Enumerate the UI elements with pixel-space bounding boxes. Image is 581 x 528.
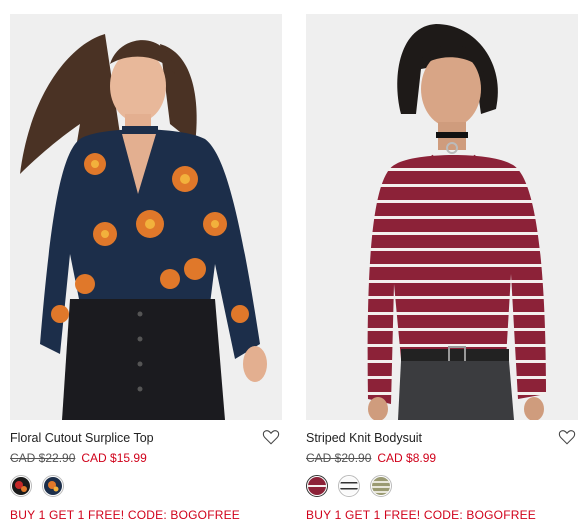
promo-link[interactable]: BUY 1 GET 1 FREE! CODE: BOGOFREE bbox=[306, 508, 578, 522]
heart-icon[interactable] bbox=[262, 428, 280, 446]
heart-icon[interactable] bbox=[558, 428, 576, 446]
product-image[interactable] bbox=[10, 14, 282, 420]
swatch-black-floral[interactable] bbox=[10, 475, 32, 497]
color-swatches bbox=[10, 475, 282, 497]
swatch-white-black-stripe[interactable] bbox=[338, 475, 360, 497]
original-price: CAD $22.90 bbox=[10, 451, 76, 465]
product-info: Striped Knit Bodysuit CAD $20.90 CAD $8.9… bbox=[306, 430, 578, 522]
original-price: CAD $20.90 bbox=[306, 451, 372, 465]
swatch-burgundy-stripe[interactable] bbox=[306, 475, 328, 497]
price-row: CAD $20.90 CAD $8.99 bbox=[306, 450, 578, 466]
product-name[interactable]: Striped Knit Bodysuit bbox=[306, 430, 578, 446]
sale-price: CAD $15.99 bbox=[81, 451, 147, 465]
product-card-floral-top[interactable]: Floral Cutout Surplice Top CAD $22.90 CAD… bbox=[10, 0, 282, 522]
color-swatches bbox=[306, 475, 578, 497]
promo-link[interactable]: BUY 1 GET 1 FREE! CODE: BOGOFREE bbox=[10, 508, 282, 522]
swatch-olive-stripe[interactable] bbox=[370, 475, 392, 497]
product-info: Floral Cutout Surplice Top CAD $22.90 CAD… bbox=[10, 430, 282, 522]
product-image[interactable] bbox=[306, 14, 578, 420]
product-card-striped-bodysuit[interactable]: Striped Knit Bodysuit CAD $20.90 CAD $8.9… bbox=[306, 0, 578, 522]
swatch-navy-floral[interactable] bbox=[42, 475, 64, 497]
sale-price: CAD $8.99 bbox=[377, 451, 437, 465]
price-row: CAD $22.90 CAD $15.99 bbox=[10, 450, 282, 466]
product-grid: Floral Cutout Surplice Top CAD $22.90 CAD… bbox=[0, 0, 581, 528]
product-name[interactable]: Floral Cutout Surplice Top bbox=[10, 430, 282, 446]
